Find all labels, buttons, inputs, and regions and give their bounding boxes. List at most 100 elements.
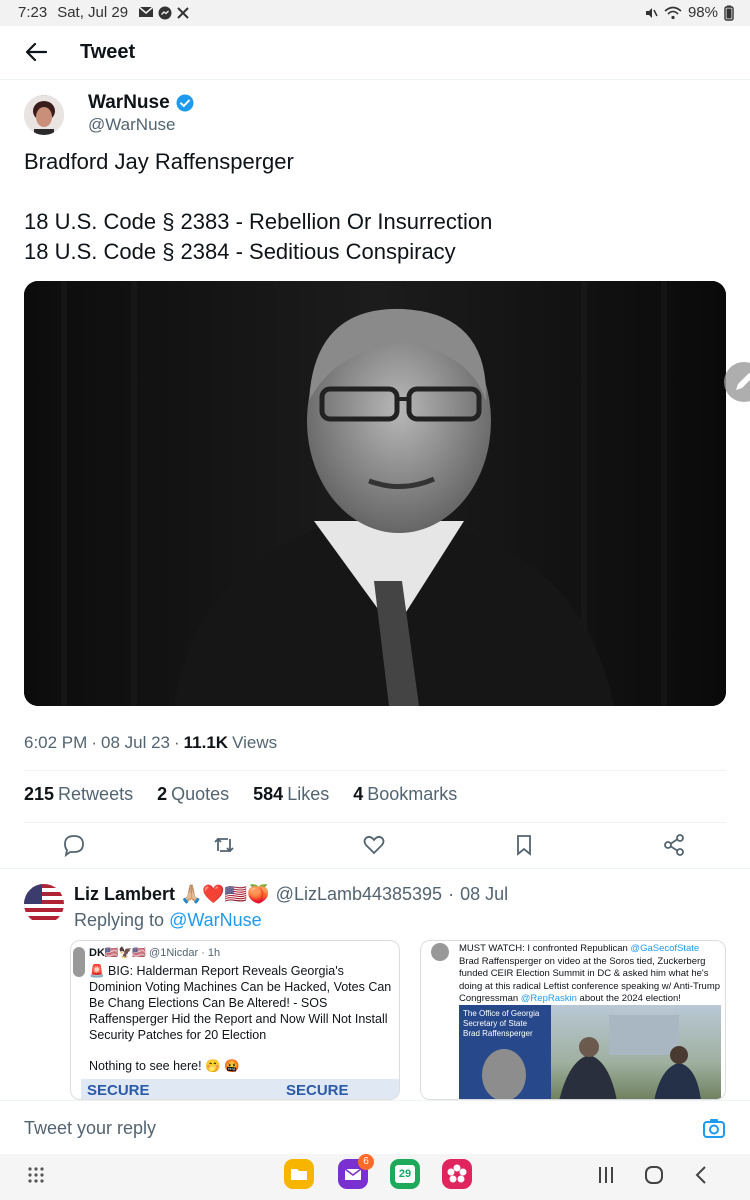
meta-separator: ·: [173, 733, 180, 752]
edit-fab-button[interactable]: [724, 362, 750, 402]
retweets-label: Retweets: [58, 784, 134, 804]
quote-photo: The Office of Georgia Secretary of State…: [459, 1005, 721, 1099]
folder-icon: [291, 1169, 307, 1180]
replying-to: Replying to @WarNuse: [74, 910, 262, 931]
reply-icon[interactable]: [61, 832, 87, 858]
replying-to-link[interactable]: @WarNuse: [169, 910, 262, 930]
bookmarks-count: 4: [353, 784, 364, 804]
tweet-line: [24, 177, 724, 207]
photo-portrait: [24, 281, 726, 706]
quote-avatar: [431, 943, 449, 961]
app-header: Tweet: [0, 26, 750, 80]
status-time: 7:23: [18, 4, 48, 21]
reply-avatar[interactable]: [24, 884, 64, 924]
tweet-line: 18 U.S. Code § 2383 - Rebellion Or Insur…: [24, 209, 493, 234]
meta-separator: ·: [448, 884, 455, 904]
page-title: Tweet: [80, 41, 136, 63]
mail-notification-icon: [138, 5, 154, 17]
app-drawer-icon[interactable]: [22, 1162, 50, 1188]
likes-stat[interactable]: 584 Likes: [253, 784, 329, 805]
views-count: 11.1K: [183, 733, 229, 752]
bookmarks-stat[interactable]: 4 Bookmarks: [353, 784, 457, 805]
reply-image-1[interactable]: DK🇺🇸🦅🇺🇸 @1Nicdar · 1h 🚨 BIG: Halderman R…: [70, 940, 400, 1100]
back-arrow-icon[interactable]: [22, 38, 50, 66]
gallery-app-icon[interactable]: [442, 1159, 472, 1189]
reply-input[interactable]: Tweet your reply: [24, 1118, 156, 1139]
divider: [24, 770, 726, 771]
quote-user-ago: 1h: [207, 947, 221, 959]
retweets-count: 215: [24, 784, 55, 804]
meta-separator: ·: [201, 947, 205, 959]
quote2-text-after: about the 2024 election!: [579, 993, 681, 1004]
verified-badge-icon: [176, 94, 194, 112]
banner-left-text: SECURE: [87, 1082, 150, 1099]
quote-photo-scene: [482, 1015, 701, 1099]
retweets-stat[interactable]: 215 Retweets: [24, 784, 133, 805]
author-avatar[interactable]: [24, 95, 64, 135]
quote-user: DK🇺🇸🦅🇺🇸 @1Nicdar · 1h: [89, 946, 220, 959]
author-handle[interactable]: @WarNuse: [88, 115, 175, 135]
likes-label: Likes: [287, 784, 330, 804]
files-app-icon[interactable]: [284, 1159, 314, 1189]
quote2-text-before: MUST WATCH: I confronted Republican: [459, 943, 628, 954]
reply-date: 08 Jul: [460, 884, 509, 904]
tweet-line: Bradford Jay Raffensperger: [24, 149, 294, 174]
author-name[interactable]: WarNuse: [88, 92, 194, 114]
quote2-mention-2: @RepRaskin: [520, 993, 577, 1004]
recent-apps-icon[interactable]: [592, 1162, 620, 1188]
tweet-photo[interactable]: [24, 281, 726, 706]
quote2-mention-1: @GaSecofState: [630, 943, 700, 954]
views-label: Views: [232, 733, 278, 752]
share-icon[interactable]: [661, 832, 687, 858]
tweet-actions: [0, 830, 750, 860]
camera-icon[interactable]: [702, 1117, 726, 1139]
status-date: Sat, Jul 29: [57, 4, 129, 21]
calendar-day: 29: [395, 1165, 415, 1183]
mail-badge: 6: [358, 1154, 374, 1170]
banner-right-text: SECURE: [286, 1082, 349, 1099]
likes-count: 584: [253, 784, 284, 804]
author-name-label: WarNuse: [88, 92, 170, 113]
pencil-icon: [736, 373, 750, 390]
wifi-icon: [664, 6, 682, 19]
avatar-image: [24, 95, 64, 135]
bookmark-icon[interactable]: [511, 832, 537, 858]
calendar-app-icon[interactable]: 29: [390, 1159, 420, 1189]
quote-avatar: [73, 947, 85, 977]
system-back-icon[interactable]: [688, 1162, 716, 1188]
battery-level: 98%: [687, 4, 718, 21]
tweet-line: 18 U.S. Code § 2384 - Seditious Conspira…: [24, 239, 456, 264]
reply-image-2[interactable]: MUST WATCH: I confronted Republican @GaS…: [420, 940, 726, 1100]
quote-user-handle: @1Nicdar: [149, 947, 199, 959]
tweet-stats: 215 Retweets 2 Quotes 584 Likes 4 Bookmarks: [24, 784, 457, 805]
retweet-icon[interactable]: [211, 832, 237, 858]
system-navbar: 6 29: [0, 1154, 750, 1200]
meta-separator: ·: [91, 733, 97, 752]
quote-text: MUST WATCH: I confronted Republican @GaS…: [459, 943, 721, 1006]
email-app-icon[interactable]: 6: [338, 1154, 374, 1189]
tweet-time: 6:02 PM: [24, 733, 88, 752]
quote-banner: SECURE SECURE: [81, 1079, 399, 1099]
quote-user-name: DK🇺🇸🦅🇺🇸: [89, 947, 146, 959]
quote-text-2: Nothing to see here! 🤭 🤬: [89, 1059, 240, 1073]
replying-prefix: Replying to: [74, 910, 165, 930]
reply-author-handle[interactable]: @LizLamb44385395: [276, 884, 442, 905]
quotes-stat[interactable]: 2 Quotes: [157, 784, 229, 805]
home-icon[interactable]: [640, 1162, 668, 1188]
quotes-count: 2: [157, 784, 168, 804]
reply-author-name[interactable]: Liz Lambert 🙏🏼❤️🇺🇸🍑: [74, 884, 270, 905]
mute-icon: [645, 7, 658, 18]
bookmarks-label: Bookmarks: [367, 784, 458, 804]
messenger-notification-icon: [158, 6, 172, 19]
like-icon[interactable]: [361, 832, 387, 858]
divider: [24, 822, 726, 823]
flower-icon: [447, 1164, 467, 1183]
status-bar: 7:23 Sat, Jul 29 98%: [0, 0, 750, 26]
quote-text: 🚨 BIG: Halderman Report Reveals Georgia'…: [89, 964, 392, 1042]
battery-icon: [724, 5, 734, 21]
x-notification-icon: [177, 6, 189, 19]
quotes-label: Quotes: [171, 784, 230, 804]
reply-composer[interactable]: Tweet your reply: [0, 1100, 750, 1154]
reply-header: Liz Lambert 🙏🏼❤️🇺🇸🍑 @LizLamb44385395 · 0…: [74, 884, 508, 905]
tweet-meta: 6:02 PM · 08 Jul 23 · 11.1K Views: [24, 733, 277, 753]
